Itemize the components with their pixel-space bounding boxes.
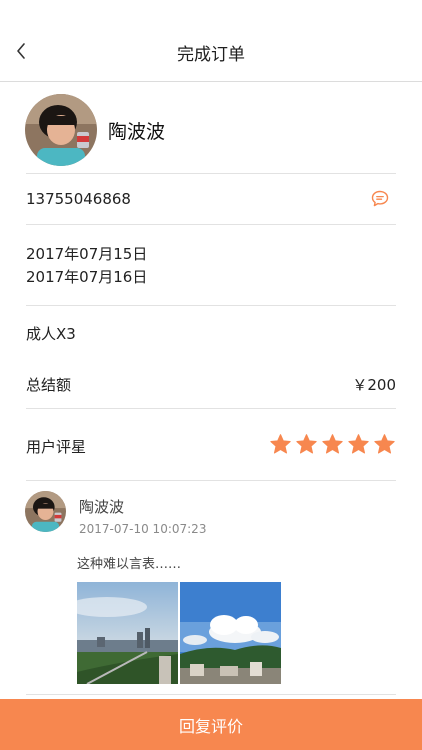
check-out-date: 2017年07月16日: [26, 268, 148, 286]
divider: [26, 305, 396, 306]
check-in-date: 2017年07月15日: [26, 245, 148, 263]
customer-avatar[interactable]: [25, 94, 97, 166]
city-sky-photo: [77, 582, 178, 684]
navigation-bar: 完成订单: [0, 0, 422, 82]
star-icon: [296, 434, 317, 454]
message-button[interactable]: [370, 189, 390, 209]
chat-bubble-icon: [371, 190, 389, 207]
review-photos: [77, 582, 282, 684]
clouds-photo: [180, 582, 281, 684]
customer-phone: 13755046868: [26, 190, 131, 208]
divider: [26, 224, 396, 225]
review-photo[interactable]: [180, 582, 281, 684]
page-title: 完成订单: [177, 45, 245, 65]
divider: [26, 173, 396, 174]
star-icon: [348, 434, 369, 454]
reply-review-button[interactable]: 回复评价: [0, 699, 422, 750]
reply-review-label: 回复评价: [178, 718, 243, 736]
total-label: 总结额: [26, 376, 72, 394]
reviewer-name: 陶波波: [79, 498, 125, 516]
rating-label: 用户评星: [26, 438, 87, 456]
review-text: 这种难以言表……: [77, 557, 182, 572]
total-amount: ￥200: [352, 376, 396, 394]
star-icon: [270, 434, 291, 454]
avatar-photo: [25, 94, 97, 166]
divider: [26, 694, 396, 695]
guest-count: 成人X3: [26, 325, 76, 343]
star-icon: [374, 434, 395, 454]
review-photo[interactable]: [77, 582, 178, 684]
reviewer-avatar[interactable]: [25, 491, 66, 532]
avatar-photo: [25, 491, 66, 532]
star-rating: [269, 433, 396, 456]
divider: [26, 480, 396, 481]
star-icon: [322, 434, 343, 454]
review-timestamp: 2017-07-10 10:07:23: [79, 522, 207, 536]
divider: [26, 408, 396, 409]
customer-name: 陶波波: [108, 121, 166, 143]
